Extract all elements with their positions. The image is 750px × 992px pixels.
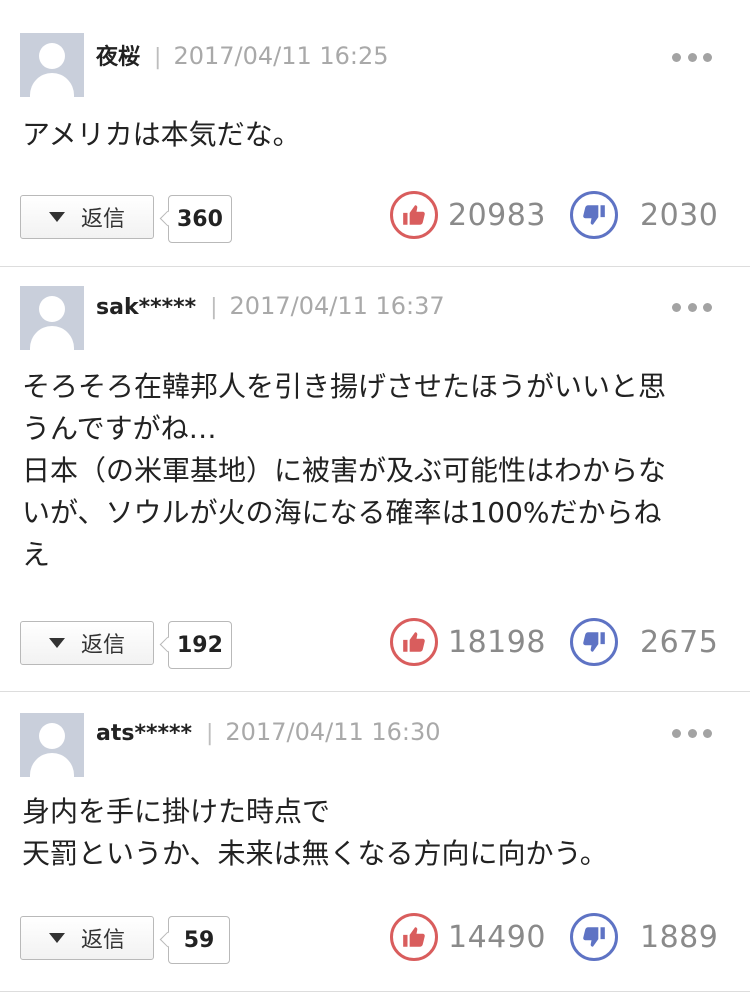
comment-date: 2017/04/11 16:37 (229, 292, 445, 320)
comment-meta: 夜桜 | 2017/04/11 16:25 (96, 41, 389, 73)
reply-button[interactable]: 返信 (20, 195, 154, 239)
reply-label: 返信 (80, 207, 125, 232)
comment-item: ats***** | 2017/04/11 16:30 身内を手に掛けた時点で 天罰… (0, 692, 750, 992)
dislike-count: 2675 (640, 624, 719, 660)
thumbs-up-icon (390, 913, 438, 961)
comment-line: うんですがね… (22, 412, 217, 445)
triangle-down-icon (48, 638, 65, 648)
more-icon[interactable] (672, 301, 712, 313)
comment-line: そろそろ在韓邦人を引き揚げさせたほうがいいと思 (22, 370, 667, 403)
reply-count[interactable]: 192 (168, 621, 232, 669)
user-name[interactable]: 夜桜 (96, 45, 140, 70)
avatar[interactable] (20, 713, 84, 777)
like-button[interactable]: 18198 (390, 615, 546, 669)
avatar[interactable] (20, 286, 84, 350)
comment-text: アメリカは本気だな。 (22, 114, 730, 156)
comment-line: 日本（の米軍基地）に被害が及ぶ可能性はわからな (22, 454, 667, 487)
comment-text: 身内を手に掛けた時点で 天罰というか、未来は無くなる方向に向かう。 (22, 791, 730, 875)
comment-meta: sak***** | 2017/04/11 16:37 (96, 291, 445, 323)
like-button[interactable]: 14490 (390, 910, 546, 964)
dislike-count: 2030 (640, 197, 719, 233)
like-count: 14490 (448, 919, 546, 955)
reply-button[interactable]: 返信 (20, 916, 154, 960)
comment-item: sak***** | 2017/04/11 16:37 そろそろ在韓邦人を引き揚げさ… (0, 267, 750, 692)
like-button[interactable]: 20983 (390, 188, 546, 242)
thumbs-up-icon (390, 191, 438, 239)
more-icon[interactable] (672, 727, 712, 739)
dislike-button[interactable]: 2675 (570, 615, 718, 669)
reply-label: 返信 (80, 633, 125, 658)
reply-label: 返信 (80, 928, 125, 953)
comment-date: 2017/04/11 16:30 (225, 718, 441, 746)
avatar[interactable] (20, 33, 84, 97)
triangle-down-icon (48, 212, 65, 222)
like-count: 18198 (448, 624, 546, 660)
meta-separator: | (210, 295, 218, 320)
thumbs-down-icon (570, 191, 618, 239)
reply-count[interactable]: 59 (168, 916, 230, 964)
dislike-button[interactable]: 1889 (570, 910, 718, 964)
reply-button[interactable]: 返信 (20, 621, 154, 665)
dislike-button[interactable]: 2030 (570, 188, 718, 242)
thumbs-down-icon (570, 618, 618, 666)
dislike-count: 1889 (640, 919, 719, 955)
user-name[interactable]: ats***** (96, 721, 192, 746)
comment-line: 身内を手に掛けた時点で (22, 795, 331, 828)
comment-line: え (22, 538, 51, 571)
comment-text: そろそろ在韓邦人を引き揚げさせたほうがいいと思 うんですがね… 日本（の米軍基地… (22, 366, 730, 576)
meta-separator: | (154, 45, 162, 70)
comment-line: いが、ソウルが火の海になる確率は100%だからね (22, 496, 662, 529)
comment-meta: ats***** | 2017/04/11 16:30 (96, 717, 441, 749)
thumbs-up-icon (390, 618, 438, 666)
user-name[interactable]: sak***** (96, 295, 196, 320)
comment-date: 2017/04/11 16:25 (173, 42, 389, 70)
meta-separator: | (205, 721, 214, 746)
more-icon[interactable] (672, 51, 712, 63)
comment-line: 天罰というか、未来は無くなる方向に向かう。 (22, 837, 608, 870)
reply-count[interactable]: 360 (168, 195, 232, 243)
comment-item: 夜桜 | 2017/04/11 16:25 アメリカは本気だな。 返信 360 20… (0, 0, 750, 267)
comment-line: アメリカは本気だな。 (22, 118, 301, 151)
triangle-down-icon (48, 933, 65, 943)
thumbs-down-icon (570, 913, 618, 961)
like-count: 20983 (448, 197, 546, 233)
